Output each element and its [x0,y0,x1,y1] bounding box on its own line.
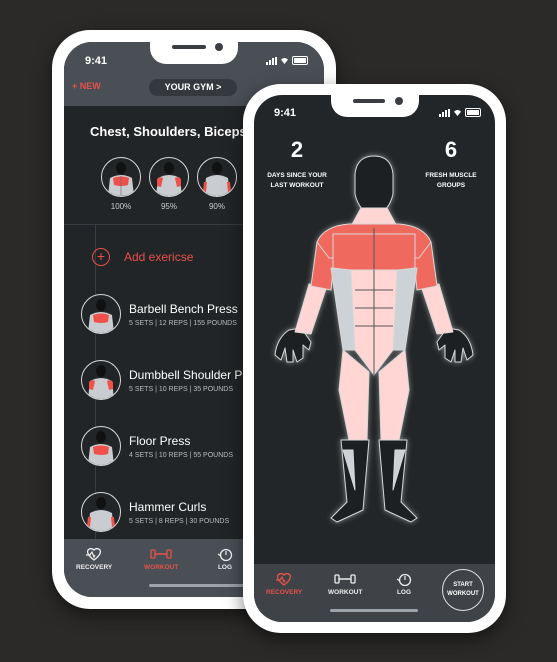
tab-bar: RECOVERY WORKOUT LOG START WORKOUT [254,564,495,622]
recovery-percent: 90% [208,202,225,211]
camera [395,97,403,105]
front-phone: 9:41 2 DAYS SINCE YOUR LAST WORKOUT 6 FRE… [243,84,506,633]
add-exercise-button[interactable]: + Add exericse [92,248,193,266]
dumbbell-icon [150,549,172,559]
forearm-left [294,283,328,335]
tab-label: WORKOUT [144,564,179,571]
stopwatch-icon [396,573,412,586]
start-button-line1: START [453,582,473,588]
exercise-name: Barbell Bench Press [129,301,238,316]
exercise-name: Hammer Curls [129,499,207,514]
tab-label: LOG [217,564,233,571]
new-workout-button[interactable]: + NEW [72,81,101,91]
chest-muscle-icon [101,157,141,197]
quads-left [338,349,370,441]
exercise-meta: 5 SETS | 8 REPS | 30 POUNDS [129,517,230,525]
body-muscle-map[interactable] [269,150,479,535]
home-indicator [330,609,418,612]
home-indicator [149,584,249,587]
plus-circle-icon: + [92,248,110,266]
heart-pulse-icon [276,572,292,586]
stopwatch-icon [217,548,233,561]
tab-label: RECOVERY [76,564,113,571]
exercise-item[interactable]: Floor Press 4 SETS | 10 REPS | 55 POUNDS [81,426,233,466]
exercise-item[interactable]: Hammer Curls 5 SETS | 8 REPS | 30 POUNDS [81,492,229,532]
tab-log[interactable]: LOG [217,547,233,571]
signal-icon [439,108,450,117]
recovery-percent: 100% [110,202,132,211]
head [354,155,394,217]
tab-log[interactable]: LOG [396,572,412,596]
add-exercise-label: Add exericse [124,250,194,264]
exercise-item[interactable]: Dumbbell Shoulder Press 5 SETS | 10 REPS… [81,360,265,400]
speaker [172,45,206,49]
forearm-right [420,283,454,335]
tab-label: LOG [396,589,412,596]
exercise-meta: 5 SETS | 12 REPS | 155 POUNDS [129,319,237,327]
speaker [353,99,385,103]
muscle-group-shoulders: 95% [148,157,190,211]
workout-title: Chest, Shoulders, Biceps [90,124,247,139]
heart-pulse-icon [86,547,102,561]
exercise-meta: 4 SETS | 10 REPS | 55 POUNDS [129,451,234,459]
battery-icon [292,56,308,65]
status-icons [439,108,481,117]
signal-icon [266,56,277,65]
battery-icon [465,108,481,117]
muscle-group-biceps: 90% [196,157,238,211]
tab-workout[interactable]: WORKOUT [328,572,362,596]
shoulders-muscle-icon [149,157,189,197]
wifi-icon [454,109,461,116]
biceps-muscle-icon [197,157,237,197]
tab-recovery[interactable]: RECOVERY [266,572,302,596]
start-button-line2: WORKOUT [447,591,479,597]
shoulders-muscle-icon [81,360,121,400]
chest-muscle-icon [81,294,121,334]
exercise-item[interactable]: Barbell Bench Press 5 SETS | 12 REPS | 1… [81,294,238,334]
status-time: 9:41 [274,107,297,119]
status-time: 9:41 [85,55,108,67]
tab-recovery[interactable]: RECOVERY [76,547,112,571]
recovery-percent: 95% [160,202,177,211]
muscle-group-list: 100% 95% 90% [100,157,238,211]
your-gym-button[interactable]: YOUR GYM > [149,79,237,96]
recovery-screen: 9:41 2 DAYS SINCE YOUR LAST WORKOUT 6 FRE… [254,95,495,622]
tab-workout[interactable]: WORKOUT [144,547,178,571]
dumbbell-icon [334,574,356,584]
exercise-name: Floor Press [129,433,191,448]
wifi-icon [281,57,288,64]
start-workout-button[interactable]: START WORKOUT [442,569,484,611]
status-icons [266,56,308,65]
camera [215,43,223,51]
muscle-group-chest: 100% [100,157,142,211]
tab-label: WORKOUT [328,589,363,596]
quads-right [378,349,410,441]
chest-muscle-icon [81,426,121,466]
biceps-muscle-icon [81,492,121,532]
tab-label: RECOVERY [266,589,303,596]
